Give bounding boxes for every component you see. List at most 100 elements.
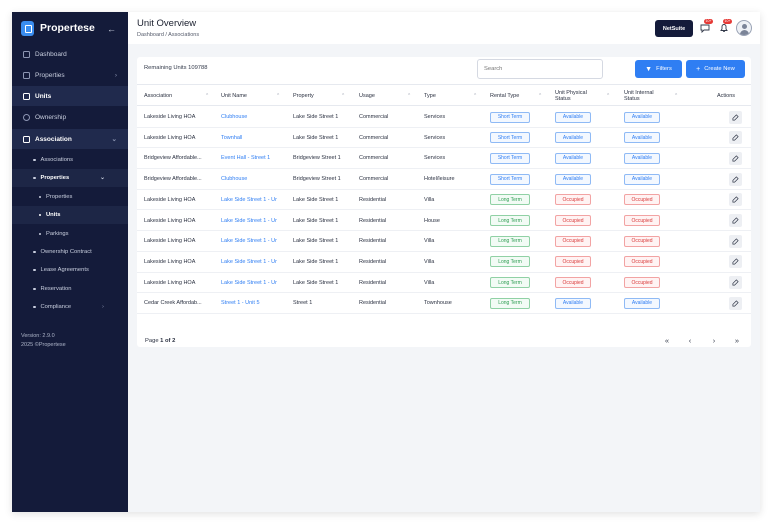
ownership-icon bbox=[23, 113, 30, 121]
unit-name-link[interactable]: Lake Side Street 1 - Ur bbox=[221, 231, 283, 251]
sort-icon[interactable]: ⌃ bbox=[341, 93, 345, 99]
edit-icon[interactable] bbox=[729, 193, 742, 207]
edit-icon[interactable] bbox=[729, 296, 742, 310]
column-header[interactable]: Rental Type bbox=[490, 85, 519, 107]
unit-name-link[interactable]: Street 1 - Unit 5 bbox=[221, 293, 283, 313]
bullet-icon bbox=[39, 214, 41, 216]
prev-page-icon[interactable]: ‹ bbox=[685, 335, 695, 345]
table-row[interactable]: Lakeside Living HOA Lake Side Street 1 - … bbox=[137, 252, 751, 273]
sidebar-subitem-lease-agreements[interactable]: Lease Agreements bbox=[12, 261, 128, 279]
sidebar-item-properties[interactable]: Properties › bbox=[12, 65, 128, 85]
column-header[interactable]: Unit Physical Status bbox=[555, 85, 599, 107]
property-cell: Bridgeview Street 1 bbox=[293, 176, 341, 183]
first-page-icon[interactable]: « bbox=[662, 335, 672, 345]
filters-button[interactable]: ▼ Filters bbox=[635, 60, 682, 78]
sidebar-subitem-parkings[interactable]: Parkings bbox=[12, 225, 128, 243]
table-row[interactable]: Lakeside Living HOA Lake Side Street 1 - … bbox=[137, 231, 751, 252]
sidebar-subitem-properties[interactable]: Properties ⌄ bbox=[12, 169, 128, 187]
notification-badge: 10+ bbox=[723, 19, 732, 24]
sidebar-subitem-label: Associations bbox=[40, 157, 74, 163]
sidebar-subitem-properties-child[interactable]: Properties bbox=[12, 188, 128, 206]
create-label: Create New bbox=[704, 66, 735, 72]
sort-icon[interactable]: ⌃ bbox=[205, 93, 209, 99]
sort-icon[interactable]: ⌃ bbox=[606, 93, 610, 99]
table-row[interactable]: Bridgeview Affordable... Event Hall - Str… bbox=[137, 148, 751, 170]
table-row[interactable]: Lakeside Living HOA Townhall Lake Side Str… bbox=[137, 128, 751, 149]
sidebar-subitem-label: Compliance bbox=[40, 304, 72, 310]
sidebar-subitem-reservation[interactable]: Reservation bbox=[12, 280, 128, 298]
edit-icon[interactable] bbox=[729, 151, 742, 165]
type-cell: Villa bbox=[424, 258, 435, 265]
sidebar-item-units[interactable]: Units bbox=[12, 86, 128, 106]
unit-name-link[interactable]: Lake Side Street 1 - Ur bbox=[221, 190, 283, 210]
edit-icon[interactable] bbox=[729, 214, 742, 227]
unit-name-link[interactable]: Clubhouse bbox=[221, 169, 283, 189]
last-page-icon[interactable]: » bbox=[732, 335, 742, 345]
bell-icon[interactable]: 10+ bbox=[718, 19, 732, 33]
sidebar-item-ownership[interactable]: Ownership bbox=[12, 107, 128, 127]
sort-icon[interactable]: ⌃ bbox=[473, 93, 477, 99]
internal-status-badge: Available bbox=[624, 173, 660, 185]
unit-name-link[interactable]: Townhall bbox=[221, 128, 283, 148]
edit-icon[interactable] bbox=[729, 110, 742, 124]
edit-icon[interactable] bbox=[729, 172, 742, 186]
page-title: Unit Overview bbox=[137, 18, 197, 29]
table-row[interactable]: Bridgeview Affordable... Clubhouse Bridgev… bbox=[137, 169, 751, 190]
edit-icon[interactable] bbox=[729, 131, 742, 145]
sidebar-item-association[interactable]: Association ⌄ bbox=[12, 129, 128, 149]
version-text: Version: 2.9.0 bbox=[21, 333, 55, 339]
search-input[interactable] bbox=[477, 59, 603, 79]
table-row[interactable]: Cedar Creek Affordab... Street 1 - Unit 5… bbox=[137, 293, 751, 314]
sort-icon[interactable]: ⌃ bbox=[407, 93, 411, 99]
property-cell: Street 1 bbox=[293, 300, 313, 307]
internal-status-badge: Available bbox=[624, 111, 660, 123]
table-row[interactable]: Lakeside Living HOA Clubhouse Lake Side St… bbox=[137, 107, 751, 128]
sort-icon[interactable]: ⌃ bbox=[538, 93, 542, 99]
avatar[interactable] bbox=[736, 20, 752, 36]
sidebar-subitem-label: Lease Agreements bbox=[40, 267, 89, 273]
table-row[interactable]: Lakeside Living HOA Lake Side Street 1 - … bbox=[137, 211, 751, 232]
unit-name-link[interactable]: Lake Side Street 1 - Ur bbox=[221, 252, 283, 272]
sidebar-item-dashboard[interactable]: Dashboard bbox=[12, 44, 128, 64]
rental-type-badge: Short Term bbox=[490, 111, 530, 123]
sidebar-subitem-ownership-contract[interactable]: Ownership Contract bbox=[12, 243, 128, 261]
column-header[interactable]: Type bbox=[424, 85, 436, 107]
association-cell: Bridgeview Affordable... bbox=[144, 176, 202, 183]
column-label: Actions bbox=[717, 92, 736, 99]
sort-icon[interactable]: ⌃ bbox=[674, 93, 678, 99]
column-header[interactable]: Unit Internal Status bbox=[624, 85, 668, 107]
collapse-arrow-icon[interactable]: ← bbox=[107, 24, 116, 34]
edit-icon[interactable] bbox=[729, 255, 742, 269]
message-icon[interactable]: 10+ bbox=[699, 19, 713, 33]
sidebar-subitem-associations[interactable]: Associations bbox=[12, 151, 128, 169]
physical-status-badge: Available bbox=[555, 297, 591, 309]
column-header[interactable]: Association bbox=[144, 85, 172, 107]
unit-name-link[interactable]: Lake Side Street 1 - Ur bbox=[221, 273, 283, 293]
sidebar-subitem-compliance[interactable]: Compliance › bbox=[12, 298, 128, 316]
property-cell: Lake Side Street 1 bbox=[293, 258, 339, 265]
page-current: 1 of 2 bbox=[160, 338, 176, 344]
bullet-icon bbox=[39, 233, 41, 235]
edit-icon[interactable] bbox=[729, 276, 742, 290]
edit-icon[interactable] bbox=[729, 234, 742, 248]
column-header[interactable]: Usage bbox=[359, 85, 375, 107]
app-window: Propertese ← Dashboard Properties › Unit… bbox=[12, 12, 760, 512]
table-row[interactable]: Lakeside Living HOA Lake Side Street 1 - … bbox=[137, 190, 751, 211]
next-page-icon[interactable]: › bbox=[709, 335, 719, 345]
sidebar-subitem-units[interactable]: Units bbox=[12, 206, 128, 224]
unit-name-link[interactable]: Clubhouse bbox=[221, 107, 283, 127]
message-badge: 10+ bbox=[704, 19, 713, 24]
table-row[interactable]: Lakeside Living HOA Lake Side Street 1 - … bbox=[137, 273, 751, 294]
unit-name-link[interactable]: Event Hall - Street 1 bbox=[221, 148, 283, 168]
sort-icon[interactable]: ⌃ bbox=[276, 93, 280, 99]
column-label: Unit Internal Status bbox=[624, 89, 654, 103]
create-new-button[interactable]: + Create New bbox=[686, 60, 745, 78]
netsuite-button[interactable]: NetSuite bbox=[655, 20, 693, 37]
unit-name-link[interactable]: Lake Side Street 1 - Ur bbox=[221, 211, 283, 231]
type-cell: Services bbox=[424, 114, 446, 120]
column-header[interactable]: Unit Name bbox=[221, 85, 247, 107]
internal-status-badge: Available bbox=[624, 132, 660, 144]
column-header[interactable]: Property bbox=[293, 85, 314, 107]
sidebar-subitem-label: Units bbox=[46, 212, 61, 218]
document-icon bbox=[23, 135, 30, 143]
